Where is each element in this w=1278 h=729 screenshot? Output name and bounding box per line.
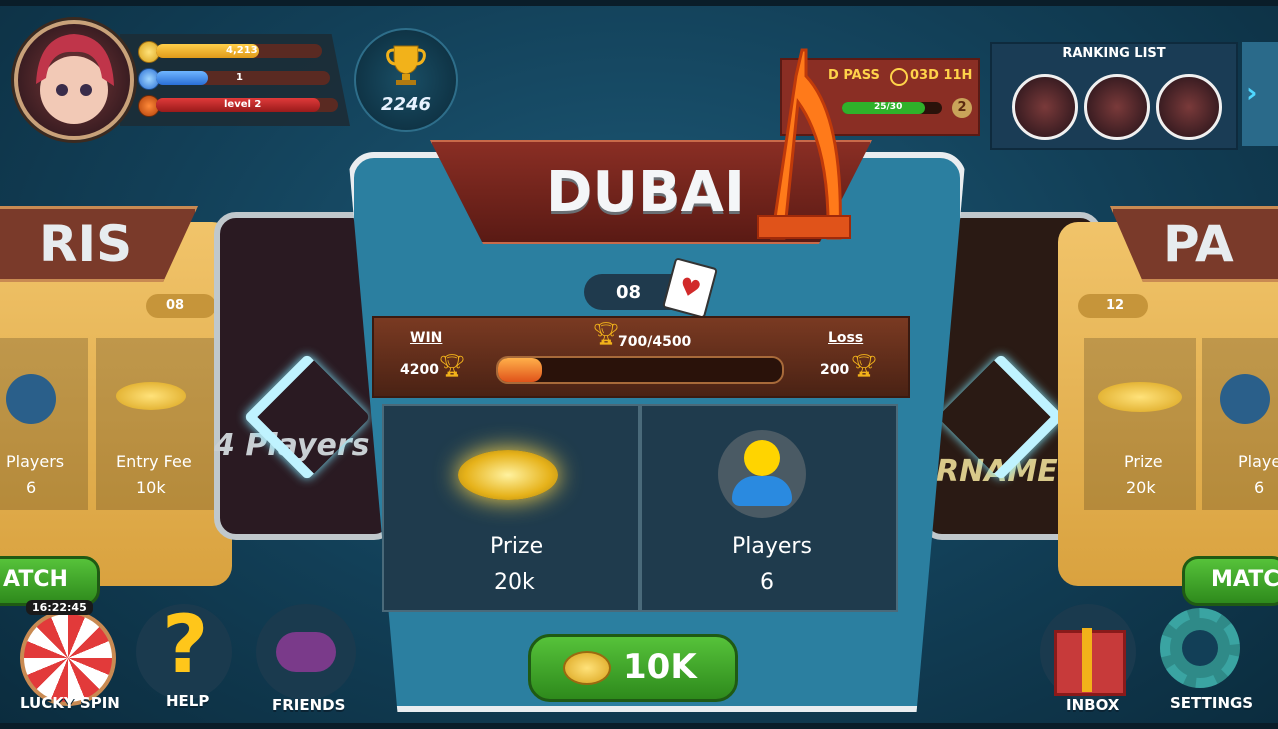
top-border	[0, 0, 1278, 6]
player-body-icon	[732, 476, 792, 506]
right-players-value: 6	[1254, 478, 1265, 497]
inbox-label[interactable]: INBOX	[1066, 696, 1119, 714]
friends-button[interactable]	[256, 604, 356, 700]
loss-value: 200	[820, 362, 850, 378]
left-players-panel: Players 6	[0, 338, 88, 510]
ranking-next-button[interactable]: ›	[1242, 42, 1278, 146]
right-players-label: Player	[1238, 452, 1278, 471]
pass-timer: 03D 11H	[910, 68, 973, 83]
loss-trophy-icon: 🏆︎	[850, 354, 878, 379]
gift-ribbon-icon	[1082, 628, 1092, 692]
trophy-count: 2246	[380, 94, 432, 115]
left-players-value: 6	[26, 478, 37, 497]
left-players-label: Players	[6, 452, 65, 471]
settings-label[interactable]: SETTINGS	[1170, 694, 1253, 712]
ranking-panel: RANKING LIST	[990, 42, 1238, 150]
right-city-title: PA	[1163, 215, 1234, 273]
right-match-button[interactable]: MATC	[1182, 556, 1278, 606]
ranking-avatar[interactable]	[1084, 74, 1150, 140]
players-value: 6	[760, 570, 774, 595]
left-count: 08	[166, 298, 185, 313]
pass-level-badge: 2	[952, 98, 972, 118]
gem-bar-fill	[156, 71, 209, 85]
win-trophy-icon: 🏆︎	[438, 354, 466, 379]
burj-al-arab-icon	[757, 48, 851, 240]
help-label[interactable]: HELP	[166, 692, 209, 710]
inbox-button[interactable]	[1040, 604, 1136, 700]
gem-bar	[156, 71, 330, 85]
settings-button[interactable]	[1156, 604, 1252, 700]
trophy-counter[interactable]: 2246	[354, 28, 458, 132]
left-count-pill: 08	[146, 294, 216, 318]
help-button[interactable]: ?	[136, 598, 232, 700]
coin-value: 4,213	[226, 45, 258, 56]
ranking-avatar[interactable]	[1156, 74, 1222, 140]
left-entry-value: 10k	[136, 478, 166, 497]
right-count-pill: 12	[1078, 294, 1148, 318]
players-panel: Players 6	[640, 404, 898, 612]
left-match-button[interactable]: ATCH	[0, 556, 100, 606]
right-players-panel: Player 6	[1202, 338, 1278, 510]
avatar-portrait-icon	[36, 34, 114, 124]
right-prize-panel: Prize 20k	[1084, 338, 1196, 510]
lucky-spin-label[interactable]: LUCKY SPIN	[20, 694, 120, 712]
win-label: WIN	[410, 330, 443, 346]
coins-icon	[116, 382, 186, 410]
player-icon	[1220, 374, 1270, 424]
left-entry-panel: Entry Fee 10k	[96, 338, 216, 510]
left-match-label: ATCH	[3, 567, 68, 592]
progress-trophy-icon: 🏆︎	[592, 322, 620, 347]
prize-panel: Prize 20k	[382, 404, 640, 612]
players-label: Players	[732, 534, 812, 559]
trophy-icon	[386, 45, 426, 85]
left-entry-label: Entry Fee	[116, 452, 192, 471]
entry-fee-label: 10K	[623, 647, 697, 687]
progress-text: 700/4500	[618, 334, 692, 350]
main-stats-strip: WIN 4200 🏆︎ 🏆︎ 700/4500 Loss 200 🏆︎	[372, 316, 910, 398]
left-city-banner: RIS	[0, 206, 198, 282]
prize-value: 20k	[494, 570, 535, 595]
coin-stack-icon	[563, 651, 611, 685]
right-count: 12	[1106, 298, 1125, 313]
ranking-avatar[interactable]	[1012, 74, 1078, 140]
level-value: level 2	[224, 99, 262, 110]
progress-fill	[498, 358, 543, 382]
player-icon	[6, 374, 56, 424]
entry-fee-button[interactable]: 10K	[528, 634, 738, 702]
ranking-title: RANKING LIST	[1062, 46, 1166, 61]
right-match-label: MATC	[1211, 567, 1278, 592]
bottom-border	[0, 723, 1278, 729]
question-mark-icon: ?	[162, 598, 209, 691]
main-count: 08	[616, 282, 642, 303]
coins-pile-icon	[1098, 382, 1182, 412]
lucky-spin-timer: 16:22:45	[26, 600, 93, 615]
main-city-title: DUBAI	[546, 160, 745, 225]
gear-hole	[1182, 630, 1218, 666]
win-value: 4200	[400, 362, 439, 378]
spin-wheel-icon	[20, 610, 116, 706]
friends-label[interactable]: FRIENDS	[272, 696, 345, 714]
progress-track	[496, 356, 784, 384]
left-city-title: RIS	[39, 215, 133, 273]
lucky-spin-button[interactable]: 16:22:45	[16, 600, 116, 706]
avatar[interactable]	[14, 20, 134, 140]
loss-label: Loss	[828, 330, 864, 346]
player-head-icon	[744, 440, 780, 476]
pass-progress-text: 25/30	[874, 102, 903, 112]
chevron-right-icon: ›	[1246, 76, 1258, 109]
friends-group-icon	[276, 632, 336, 672]
gem-value: 1	[236, 72, 243, 83]
right-prize-value: 20k	[1126, 478, 1156, 497]
clock-icon	[890, 68, 908, 86]
gold-coins-icon	[458, 450, 558, 500]
prize-label: Prize	[490, 534, 544, 559]
right-prize-label: Prize	[1124, 452, 1163, 471]
